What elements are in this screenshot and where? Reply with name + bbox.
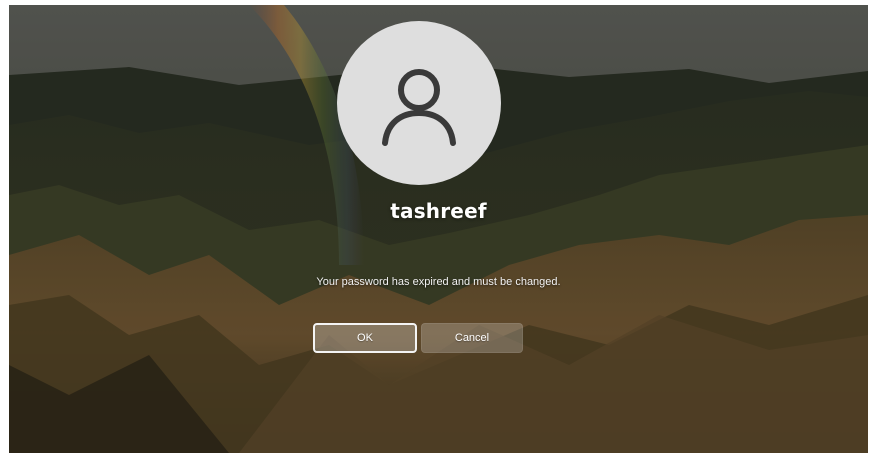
cancel-button[interactable]: Cancel bbox=[421, 323, 523, 353]
password-expired-message: Your password has expired and must be ch… bbox=[316, 276, 561, 288]
ok-button[interactable]: OK bbox=[313, 323, 417, 353]
lock-screen: tashreef Your password has expired and m… bbox=[9, 5, 868, 453]
user-avatar bbox=[337, 21, 501, 185]
user-silhouette-icon bbox=[382, 69, 456, 146]
username: tashreef bbox=[390, 199, 487, 223]
